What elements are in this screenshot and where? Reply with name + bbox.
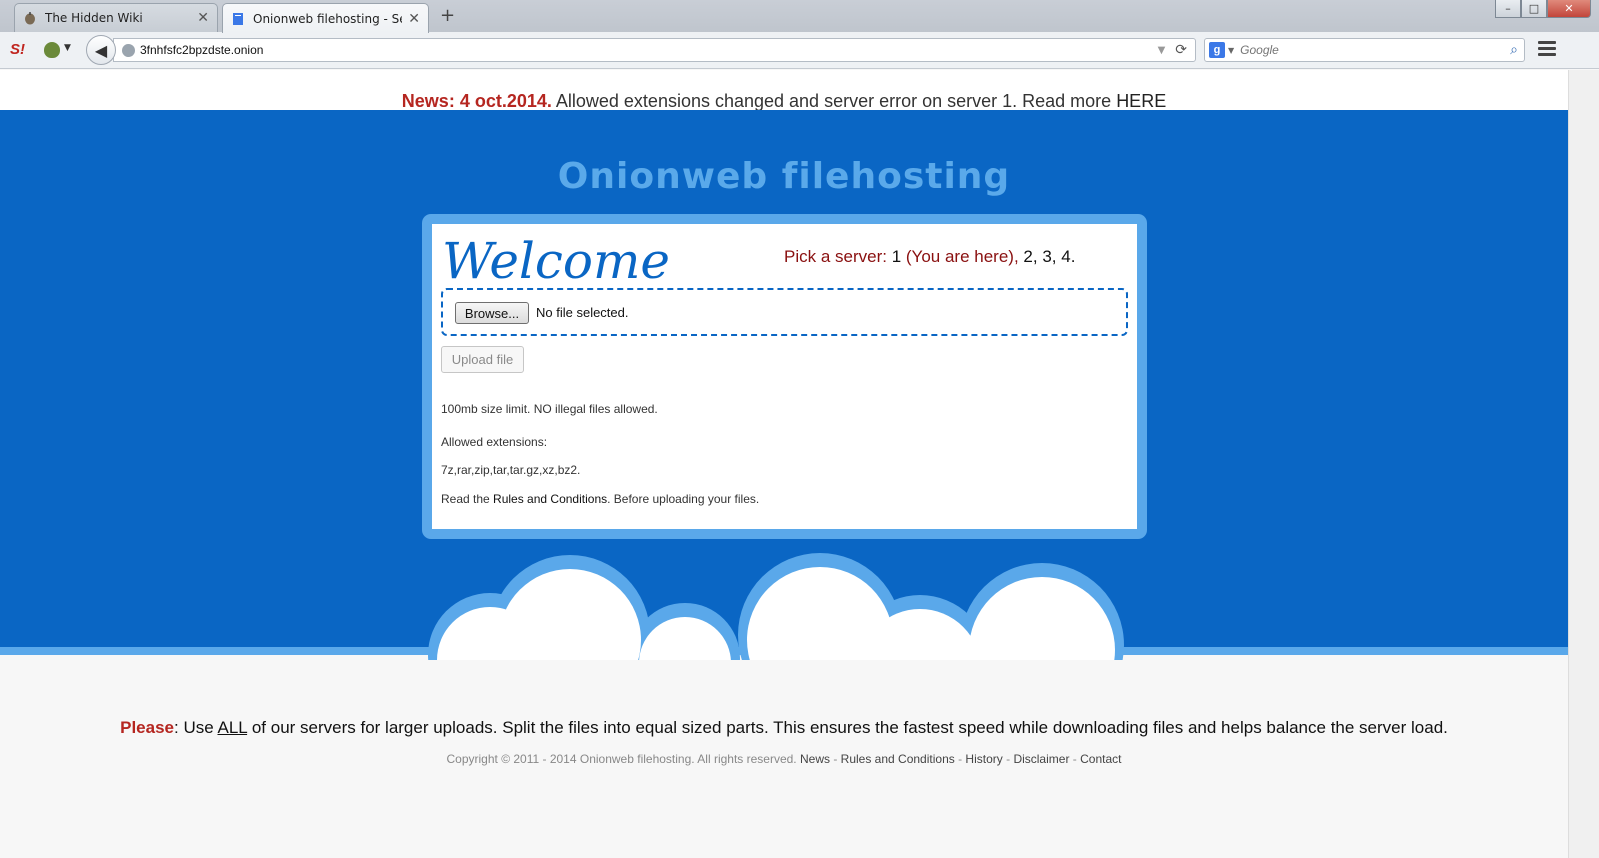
- news-line: News: 4 oct.2014. Allowed extensions cha…: [0, 91, 1568, 112]
- server-picker: Pick a server: 1 (You are here), 2, 3, 4…: [784, 247, 1076, 266]
- server-3-link[interactable]: 3: [1042, 247, 1051, 266]
- clouds-decoration: [428, 553, 1124, 660]
- footer-sep: -: [954, 752, 966, 766]
- site-title: Onionweb filehosting: [557, 156, 1011, 197]
- news-bar: News: 4 oct.2014. Allowed extensions cha…: [0, 70, 1568, 112]
- footer-link-history[interactable]: History: [965, 752, 1002, 766]
- upload-panel: Welcome Pick a server: 1 (You are here),…: [432, 224, 1137, 529]
- back-arrow-icon: ◀: [94, 40, 108, 60]
- site-identity-icon[interactable]: [122, 43, 135, 57]
- footer: Please: Use ALL of our servers for large…: [0, 665, 1568, 858]
- rules-prefix: Read the: [441, 492, 494, 506]
- rules-link[interactable]: Rules and Conditions: [493, 492, 607, 506]
- server-4-link[interactable]: 4: [1061, 247, 1070, 266]
- maximize-button[interactable]: □: [1521, 0, 1547, 18]
- google-engine-icon[interactable]: g: [1209, 42, 1225, 58]
- footer-sep: -: [830, 752, 841, 766]
- address-bar[interactable]: 3fnhfsfc2bpzdste.onion ▼ ⟳: [113, 38, 1196, 62]
- search-input[interactable]: [1240, 43, 1511, 57]
- tab-onionweb[interactable]: Onionweb filehosting - Ser... ✕: [222, 3, 429, 33]
- menu-hamburger-icon[interactable]: [1538, 41, 1556, 59]
- news-label: News: 4 oct.2014.: [401, 91, 552, 111]
- please-label: Please: [120, 718, 175, 737]
- engine-dropdown-icon[interactable]: ▼: [1228, 46, 1234, 55]
- onion-favicon-icon: [23, 11, 37, 25]
- footer-link-disclaimer[interactable]: Disclaimer: [1013, 752, 1069, 766]
- tab-bar: The Hidden Wiki ✕ Onionweb filehosting -…: [0, 0, 1599, 33]
- browse-button[interactable]: Browse...: [455, 302, 529, 324]
- welcome-heading: Welcome: [442, 232, 671, 290]
- footer-link-contact[interactable]: Contact: [1080, 752, 1121, 766]
- size-limit-text: 100mb size limit. NO illegal files allow…: [441, 402, 658, 416]
- news-text: Allowed extensions changed and server er…: [551, 91, 1117, 111]
- close-tab-icon[interactable]: ✕: [408, 11, 420, 27]
- footer-sep: -: [1069, 752, 1081, 766]
- server-2-link[interactable]: 2: [1023, 247, 1032, 266]
- tab-title: The Hidden Wiki: [45, 11, 143, 25]
- vertical-scrollbar[interactable]: [1568, 70, 1599, 858]
- server-1-link[interactable]: 1: [892, 247, 901, 266]
- window-controls: – □ ✕: [1495, 0, 1591, 18]
- tab-hidden-wiki[interactable]: The Hidden Wiki ✕: [14, 3, 218, 32]
- tab-title: Onionweb filehosting - Ser...: [253, 11, 402, 26]
- rules-suffix: . Before uploading your files.: [607, 492, 760, 506]
- reload-icon[interactable]: ⟳: [1175, 42, 1187, 58]
- navigation-toolbar: S! ▼ 3fnhfsfc2bpzdste.onion ▼ ⟳ ◀ g ▼ ⌕: [0, 32, 1599, 69]
- file-status: No file selected.: [536, 305, 629, 320]
- tor-onion-icon[interactable]: [44, 42, 60, 58]
- footer-link-rules[interactable]: Rules and Conditions: [841, 752, 955, 766]
- chevron-down-icon[interactable]: ▼: [64, 43, 71, 53]
- allowed-extensions-label: Allowed extensions:: [441, 435, 548, 449]
- pick-server-label: Pick a server:: [784, 247, 892, 266]
- rules-line: Read the Rules and Conditions. Before up…: [441, 492, 759, 506]
- please-all: ALL: [217, 718, 248, 737]
- copyright-text: Copyright © 2011 - 2014 Onionweb filehos…: [446, 752, 800, 766]
- please-text-pre: : Use: [174, 718, 218, 737]
- minimize-button[interactable]: –: [1495, 0, 1521, 18]
- please-text-post: of our servers for larger uploads. Split…: [247, 718, 1448, 737]
- copyright-line: Copyright © 2011 - 2014 Onionweb filehos…: [0, 752, 1568, 766]
- page-favicon-icon: [231, 12, 245, 26]
- please-notice: Please: Use ALL of our servers for large…: [0, 718, 1568, 738]
- new-tab-button[interactable]: +: [440, 5, 455, 26]
- extensions-list: 7z,rar,zip,tar,tar.gz,xz,bz2.: [441, 463, 581, 477]
- you-are-here-label: (You are here),: [901, 247, 1024, 266]
- close-tab-icon[interactable]: ✕: [197, 10, 209, 26]
- news-here-link[interactable]: HERE: [1116, 91, 1166, 111]
- url-dropdown-icon[interactable]: ▼: [1158, 45, 1166, 56]
- upload-panel-frame: Welcome Pick a server: 1 (You are here),…: [422, 214, 1147, 539]
- addon-s-icon[interactable]: S!: [10, 41, 25, 58]
- upload-file-button[interactable]: Upload file: [441, 346, 524, 373]
- close-window-button[interactable]: ✕: [1547, 0, 1591, 18]
- web-page: News: 4 oct.2014. Allowed extensions cha…: [0, 70, 1568, 858]
- footer-link-news[interactable]: News: [800, 752, 830, 766]
- back-button[interactable]: ◀: [86, 35, 116, 65]
- file-dropzone[interactable]: Browse... No file selected.: [441, 288, 1128, 336]
- footer-sep: -: [1002, 752, 1014, 766]
- url-text[interactable]: 3fnhfsfc2bpzdste.onion: [140, 43, 1158, 57]
- search-icon[interactable]: ⌕: [1510, 42, 1518, 58]
- search-bar[interactable]: g ▼ ⌕: [1204, 38, 1525, 62]
